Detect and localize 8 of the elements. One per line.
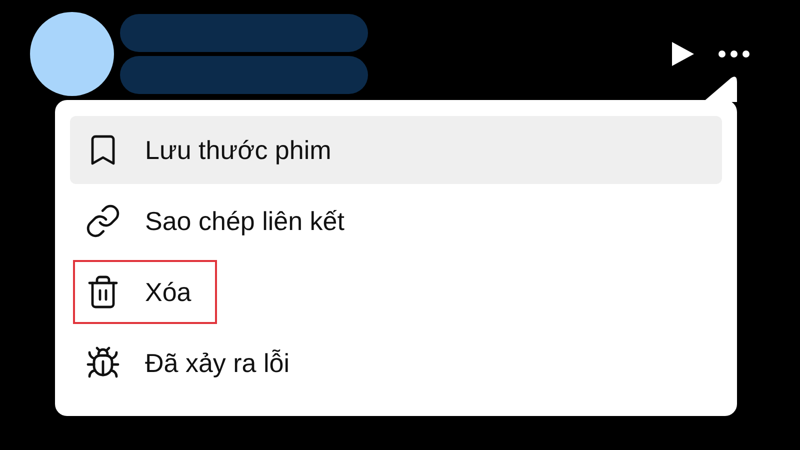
more-icon[interactable] [718, 50, 750, 58]
menu-item-label: Sao chép liên kết [145, 204, 344, 238]
link-icon [85, 203, 121, 239]
menu-item[interactable]: Lưu thước phim [70, 116, 722, 184]
menu-item-label: Lưu thước phim [145, 134, 332, 166]
play-icon[interactable] [670, 40, 696, 68]
menu-item-label: Xóa [145, 276, 192, 308]
menu-item-label: Đã xảy ra lỗi [145, 346, 290, 380]
